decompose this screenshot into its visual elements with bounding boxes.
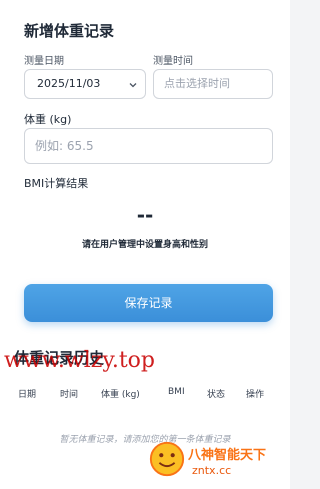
column-header-bmi: BMI	[168, 387, 185, 397]
date-value: 2025/11/03	[37, 77, 101, 90]
date-label: 测量日期	[24, 56, 64, 67]
smiley-logo-icon	[149, 441, 185, 477]
form-title: 新增体重记录	[24, 22, 115, 40]
weight-label: 体重 (kg)	[24, 113, 72, 126]
column-header-action: 操作	[246, 390, 265, 400]
badge-domain: zntx.cc	[192, 464, 232, 477]
bmi-label: BMI计算结果	[24, 177, 89, 190]
column-header-weight: 体重 (kg)	[101, 390, 140, 400]
time-placeholder: 点击选择时间	[164, 77, 230, 90]
column-header-time: 时间	[60, 390, 79, 400]
bmi-hint: 请在用户管理中设置身高和性别	[81, 240, 208, 250]
column-header-status: 状态	[207, 390, 226, 400]
weight-input[interactable]: 例如: 65.5	[24, 128, 273, 164]
weight-record-card: 新增体重记录 测量日期 测量时间 2025/11/03 点击选择时间 体重 (k…	[0, 0, 290, 489]
chevron-down-icon	[129, 83, 137, 88]
time-input[interactable]: 点击选择时间	[153, 69, 273, 99]
time-label: 测量时间	[153, 56, 193, 67]
watermark-badge: 八神智能天下 zntx.cc	[148, 438, 288, 486]
save-button[interactable]: 保存记录	[24, 284, 273, 322]
bmi-value: --	[136, 203, 154, 227]
site-watermark: www.wlzy.top	[4, 348, 156, 373]
weight-placeholder: 例如: 65.5	[35, 139, 94, 153]
badge-title: 八神智能天下	[188, 448, 267, 463]
column-header-date: 日期	[18, 390, 37, 400]
date-select[interactable]: 2025/11/03	[24, 69, 146, 99]
